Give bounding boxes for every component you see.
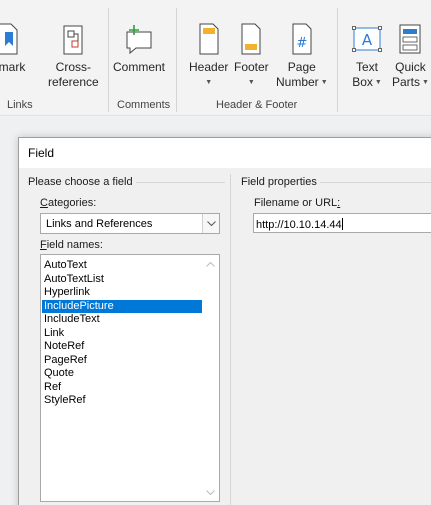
left-section-title: Please choose a field (28, 176, 136, 188)
header-label: Header (189, 60, 229, 74)
svg-text:A: A (362, 31, 373, 49)
comment-icon (122, 20, 156, 58)
group-separator (337, 8, 338, 112)
group-label-comments: Comments (117, 99, 171, 111)
cross-reference-label-line1: Cross- (55, 60, 92, 74)
dialog-titlebar[interactable]: Field (19, 138, 431, 168)
categories-value: Links and References (46, 218, 153, 230)
page-number-button[interactable]: # Page Number ▼ (276, 20, 328, 90)
chevron-down-icon: ▼ (422, 79, 429, 86)
filename-label: Filename or URL: (254, 197, 341, 209)
list-item[interactable]: PageRef (42, 354, 202, 367)
list-item[interactable]: AutoTextList (42, 273, 202, 286)
bookmark-icon (0, 20, 23, 58)
chevron-down-icon: ▼ (247, 79, 255, 86)
list-item[interactable]: AutoText (42, 259, 202, 272)
cross-reference-icon (56, 20, 90, 58)
quick-parts-icon (393, 20, 427, 58)
scroll-up-icon[interactable] (202, 255, 219, 272)
footer-label: Footer (234, 60, 269, 74)
dialog-title: Field (28, 146, 55, 160)
text-box-button[interactable]: A Text Box ▼ (350, 20, 384, 90)
chevron-down-icon: ▼ (205, 79, 213, 86)
chevron-down-icon[interactable] (202, 214, 219, 233)
filename-url-input[interactable]: http://10.10.14.44 (253, 213, 431, 233)
list-item[interactable]: Hyperlink (42, 286, 202, 299)
header-icon (192, 20, 226, 58)
page-number-label-line2: Number (276, 75, 319, 89)
svg-text:#: # (296, 36, 307, 51)
list-item[interactable]: Quote (42, 367, 202, 380)
list-scrollbar[interactable] (202, 255, 219, 501)
scroll-down-icon[interactable] (202, 484, 219, 501)
group-label-header-footer: Header & Footer (216, 99, 298, 111)
chevron-down-icon: ▼ (320, 79, 328, 86)
list-item[interactable]: NoteRef (42, 340, 202, 353)
categories-dropdown[interactable]: Links and References (40, 213, 220, 234)
page-number-icon: # (285, 20, 319, 58)
filename-url-value: http://10.10.14.44 (256, 219, 342, 231)
list-item[interactable]: IncludeText (42, 313, 202, 326)
group-separator (108, 8, 109, 112)
field-dialog: Field Please choose a field Categories: … (18, 137, 431, 505)
field-names-list[interactable]: AutoText AutoTextList Hyperlink IncludeP… (40, 254, 220, 502)
comment-label: Comment (113, 60, 166, 74)
section-separator (230, 174, 231, 505)
list-item[interactable]: Ref (42, 381, 202, 394)
text-box-label-line2: Box (352, 75, 373, 89)
text-box-icon: A (350, 20, 384, 58)
categories-label: Categories: (40, 197, 97, 209)
bookmark-button[interactable]: okmark (0, 20, 25, 75)
footer-icon (234, 20, 268, 58)
page-number-label-line1: Page (287, 60, 316, 74)
quick-parts-button[interactable]: Quick Parts ▼ (392, 20, 429, 90)
cross-reference-label-line2: reference (48, 75, 99, 89)
quick-parts-label-line1: Quick (395, 60, 426, 74)
bookmark-label: okmark (0, 60, 26, 74)
list-item[interactable]: StyleRef (42, 394, 202, 407)
field-names-label: Field names: (40, 239, 103, 251)
quick-parts-label-line2: Parts (392, 75, 421, 89)
comment-button[interactable]: Comment (113, 20, 165, 75)
right-section-title: Field properties (241, 176, 320, 188)
text-caret (341, 218, 343, 230)
text-box-label-line1: Text (355, 60, 378, 74)
list-item-selected[interactable]: IncludePicture (42, 299, 202, 313)
ribbon: okmark Cross- reference Links Comment Co (0, 0, 431, 116)
footer-button[interactable]: Footer ▼ (234, 20, 269, 90)
cross-reference-button[interactable]: Cross- reference (48, 20, 99, 90)
chevron-down-icon: ▼ (374, 79, 382, 86)
group-label-links: Links (7, 99, 33, 111)
group-separator (176, 8, 177, 112)
header-button[interactable]: Header ▼ (189, 20, 228, 90)
list-item[interactable]: Link (42, 327, 202, 340)
